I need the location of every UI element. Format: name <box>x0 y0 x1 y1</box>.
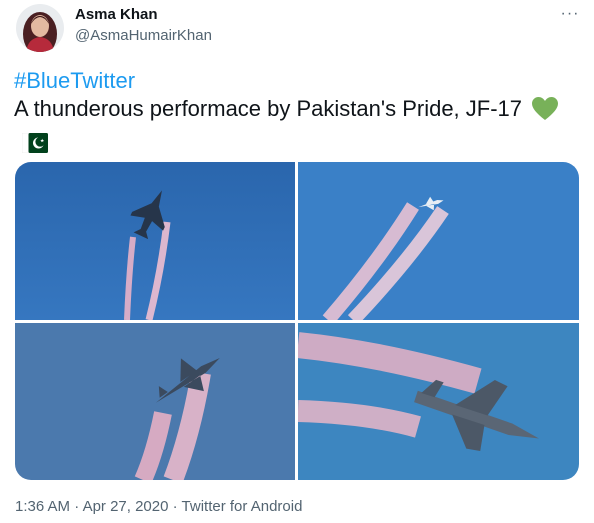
tweet-text: #BlueTwitter A thunderous performace by … <box>14 67 584 160</box>
tweet-time[interactable]: 1:36 AM <box>15 498 70 515</box>
tweet: Asma Khan @AsmaHumairKhan ··· #BlueTwitt… <box>0 0 594 523</box>
pakistan-flag-icon <box>21 132 48 160</box>
photo-jet-closeup-smoke[interactable] <box>298 323 579 480</box>
author-name[interactable]: Asma Khan <box>75 6 158 24</box>
photo-jet-diving-smoke[interactable] <box>15 323 295 480</box>
tweet-source[interactable]: Twitter for Android <box>182 498 303 515</box>
photo-jet-climbing-smoke[interactable] <box>15 162 295 320</box>
hashtag-link[interactable]: #BlueTwitter <box>14 68 135 93</box>
green-heart-icon <box>532 97 559 128</box>
media-grid <box>15 162 579 480</box>
photo-jet-high-smoke[interactable] <box>298 162 579 320</box>
author-handle[interactable]: @AsmaHumairKhan <box>75 27 212 45</box>
tweet-metadata: 1:36 AM · Apr 27, 2020 · Twitter for And… <box>15 497 302 517</box>
avatar[interactable] <box>16 4 64 52</box>
meta-separator: · <box>70 498 83 515</box>
tweet-date[interactable]: Apr 27, 2020 <box>83 498 169 515</box>
more-options-icon: ··· <box>560 5 580 22</box>
meta-separator: · <box>168 498 182 515</box>
more-options-button[interactable]: ··· <box>553 2 587 26</box>
tweet-body: A thunderous performace by Pakistan's Pr… <box>14 96 523 121</box>
